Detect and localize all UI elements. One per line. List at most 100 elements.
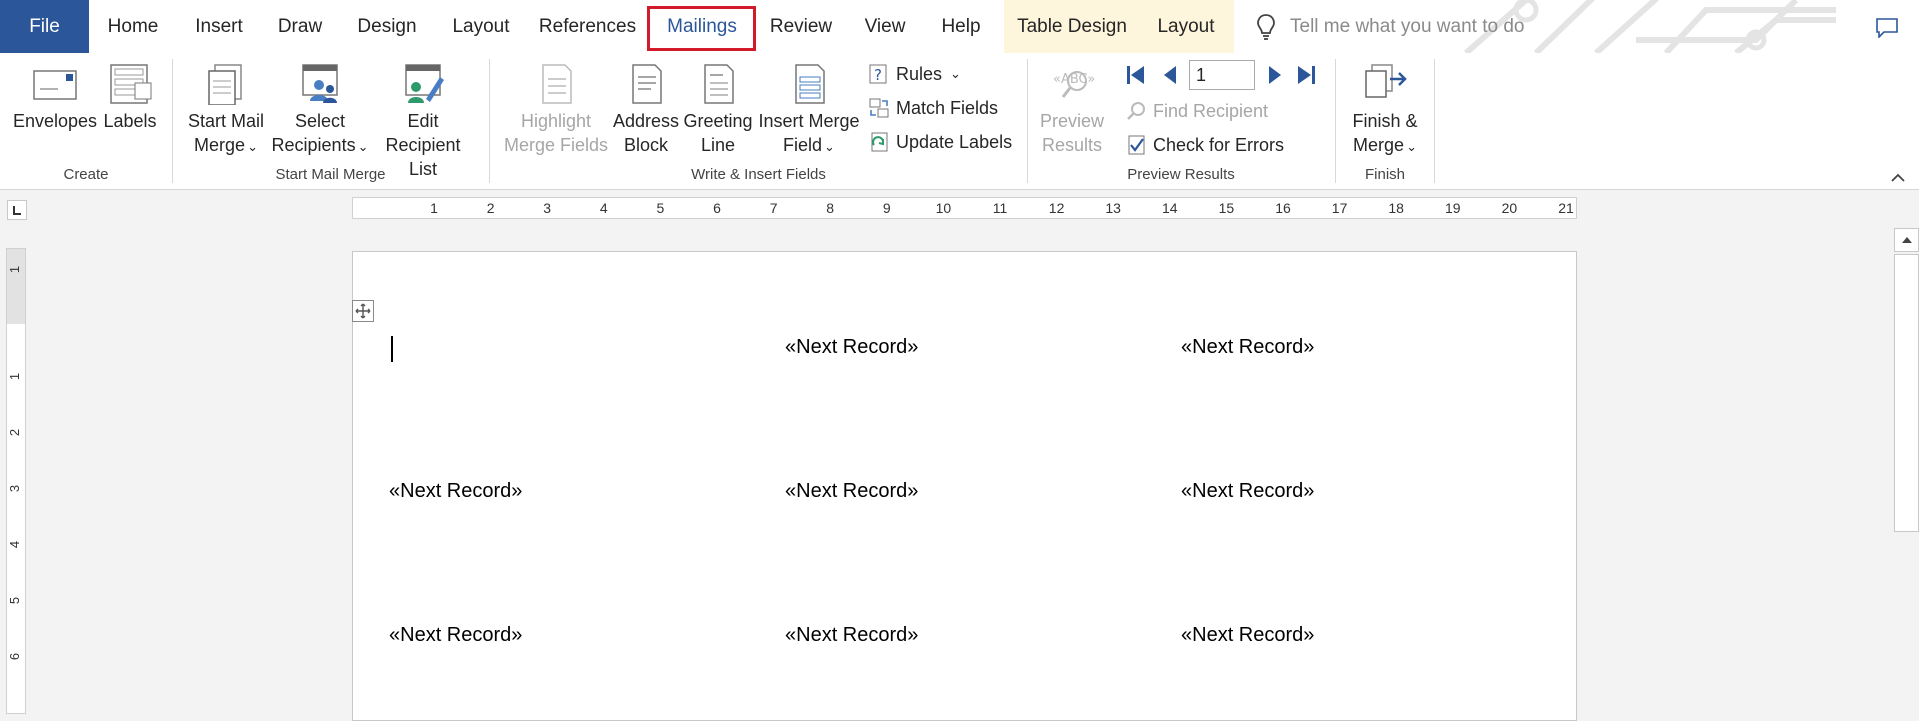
finish-merge-button[interactable]: Finish & Merge ⌄	[1345, 63, 1425, 159]
last-record-icon[interactable]	[1295, 64, 1317, 86]
start-mail-merge-label-1: Start Mail	[187, 111, 265, 131]
vertical-scrollbar[interactable]	[1894, 226, 1919, 714]
tab-table-layout[interactable]: Layout	[1150, 0, 1222, 53]
ruler-number: 12	[1048, 200, 1065, 216]
update-labels-button[interactable]: Update Labels	[868, 128, 1012, 156]
edit-recipient-list-label-1: Edit	[407, 111, 439, 131]
ribbon-tab-bar: File Home Insert Draw Design Layout Refe…	[0, 0, 1919, 53]
collapse-ribbon-icon[interactable]	[1890, 171, 1906, 183]
comments-icon[interactable]	[1876, 18, 1898, 38]
scroll-up-button[interactable]	[1894, 228, 1919, 252]
ruler-number: 6	[713, 200, 721, 216]
group-separator	[1335, 59, 1336, 183]
greeting-line-icon	[704, 64, 734, 104]
lightbulb-icon	[1257, 14, 1275, 40]
merge-field-next-record[interactable]: «Next Record»	[785, 480, 918, 503]
edit-recipient-list-button[interactable]: Edit Recipient List	[369, 63, 477, 181]
chevron-down-icon: ⌄	[1406, 139, 1417, 154]
tell-me-placeholder: Tell me what you want to do	[1290, 16, 1525, 37]
tab-layout[interactable]: Layout	[446, 0, 516, 53]
finish-merge-label-1: Finish &	[1352, 111, 1418, 131]
vertical-ruler[interactable]: 1 1 2 3 4 5 6	[6, 248, 26, 714]
first-record-icon[interactable]	[1125, 64, 1147, 86]
greeting-line-button[interactable]: Greeting Line	[682, 63, 754, 157]
group-label-preview-results: Preview Results	[1127, 166, 1235, 183]
insert-merge-field-button[interactable]: Insert Merge Field ⌄	[754, 63, 864, 159]
match-fields-button[interactable]: Match Fields	[868, 94, 998, 122]
edit-recipient-list-icon	[405, 64, 444, 103]
labels-button[interactable]: Labels	[101, 63, 159, 133]
envelopes-label: Envelopes	[12, 111, 98, 131]
triangle-up-icon	[1901, 237, 1912, 243]
finish-merge-icon	[1365, 64, 1407, 98]
ruler-number: 3	[543, 200, 552, 216]
ribbon-mailings: Envelopes Labels Create Start Mail Merge…	[0, 53, 1919, 190]
tab-home[interactable]: Home	[99, 0, 167, 53]
scroll-thumb[interactable]	[1894, 254, 1919, 532]
horizontal-ruler[interactable]: 1 2 3 4 5 6 7 8 9 10 11 12 13 14 15 16 17 18 19 20 21	[352, 197, 1577, 219]
ruler-number: 8	[826, 200, 835, 216]
insert-merge-field-label-1: Insert Merge	[758, 111, 860, 131]
merge-field-next-record[interactable]: «Next Record»	[1181, 624, 1314, 647]
select-recipients-label-1: Select	[294, 111, 346, 131]
highlight-merge-fields-label-1: Highlight	[520, 111, 592, 131]
tab-file[interactable]: File	[0, 0, 89, 53]
group-separator	[489, 59, 490, 183]
select-recipients-button[interactable]: Select Recipients ⌄	[272, 63, 368, 159]
rules-button[interactable]: ? Rules ⌄	[868, 60, 961, 88]
ruler-number: 14	[1162, 200, 1178, 216]
envelopes-button[interactable]: Envelopes	[12, 63, 98, 133]
select-recipients-label-2: Recipients	[271, 135, 356, 155]
envelope-icon	[33, 70, 77, 100]
document-page[interactable]: «Next Record» «Next Record» «Next Record…	[352, 251, 1577, 721]
highlight-merge-fields-label-2: Merge Fields	[503, 135, 609, 155]
vertical-ruler-number: 5	[7, 596, 23, 605]
tab-table-design[interactable]: Table Design	[1012, 0, 1132, 53]
start-mail-merge-icon	[208, 64, 242, 105]
check-for-errors-label: Check for Errors	[1153, 134, 1285, 155]
previous-record-icon[interactable]	[1160, 64, 1182, 86]
find-recipient-label: Find Recipient	[1153, 100, 1269, 121]
check-for-errors-button[interactable]: Check for Errors	[1125, 131, 1284, 159]
ruler-number: 16	[1275, 200, 1291, 216]
start-mail-merge-button[interactable]: Start Mail Merge ⌄	[183, 63, 269, 159]
tab-review[interactable]: Review	[765, 0, 837, 53]
table-move-handle[interactable]	[352, 300, 374, 322]
tell-me-box[interactable]: Tell me what you want to do	[1256, 8, 1524, 46]
left-tab-icon	[13, 206, 21, 215]
chevron-down-icon: ⌄	[950, 66, 961, 81]
ruler-number: 7	[769, 200, 778, 216]
merge-field-next-record[interactable]: «Next Record»	[389, 624, 522, 647]
address-block-label-2: Block	[623, 135, 668, 155]
labels-label: Labels	[103, 111, 157, 131]
preview-results-button[interactable]: «ABC» Preview Results	[1036, 63, 1108, 157]
tab-view[interactable]: View	[858, 0, 912, 53]
highlight-merge-fields-button[interactable]: Highlight Merge Fields	[500, 63, 612, 157]
merge-field-next-record[interactable]: «Next Record»	[785, 624, 918, 647]
tab-insert[interactable]: Insert	[187, 0, 251, 53]
merge-field-next-record[interactable]: «Next Record»	[785, 336, 918, 359]
ruler-number: 18	[1388, 200, 1404, 216]
insert-merge-field-icon	[795, 64, 825, 104]
merge-field-next-record[interactable]: «Next Record»	[1181, 480, 1314, 503]
tab-help[interactable]: Help	[933, 0, 989, 53]
start-mail-merge-label-2: Merge	[194, 135, 246, 155]
next-record-icon[interactable]	[1263, 64, 1285, 86]
highlight-merge-fields-icon	[542, 64, 572, 104]
address-block-button[interactable]: Address Block	[610, 63, 682, 157]
greeting-line-label-2: Line	[700, 135, 736, 155]
svg-text:?: ?	[874, 66, 882, 84]
tab-design[interactable]: Design	[350, 0, 424, 53]
update-labels-label: Update Labels	[896, 131, 1013, 152]
ruler-number: 1	[430, 200, 438, 216]
tab-draw[interactable]: Draw	[272, 0, 328, 53]
ruler-number: 15	[1218, 200, 1235, 216]
tab-references[interactable]: References	[537, 0, 638, 53]
merge-field-next-record[interactable]: «Next Record»	[1181, 336, 1314, 359]
record-number-input[interactable]	[1189, 60, 1255, 90]
group-label-finish: Finish	[1364, 166, 1405, 183]
find-recipient-button[interactable]: Find Recipient	[1125, 97, 1268, 125]
ruler-number: 9	[882, 200, 891, 216]
tab-selector[interactable]	[7, 200, 27, 220]
merge-field-next-record[interactable]: «Next Record»	[389, 480, 522, 503]
